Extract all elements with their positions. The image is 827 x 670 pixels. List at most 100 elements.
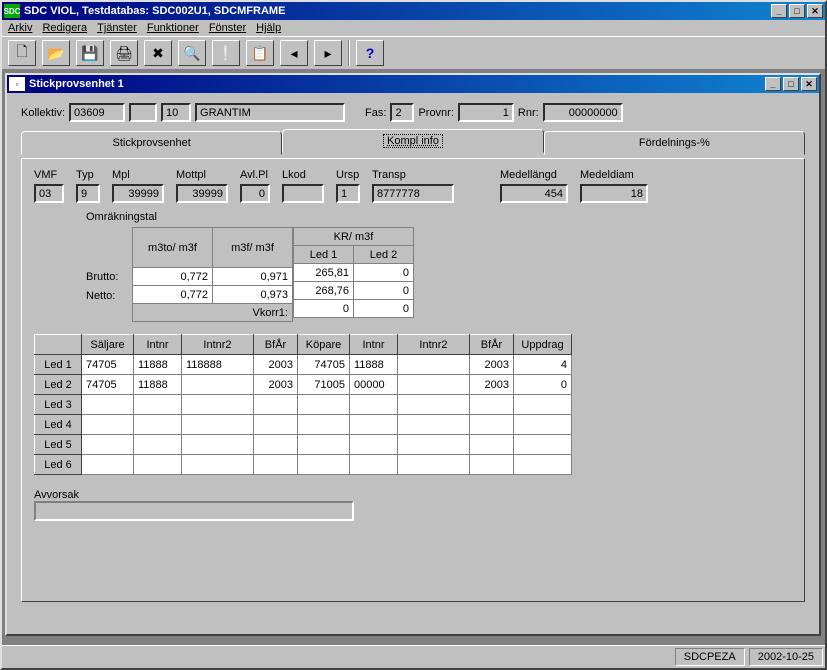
brutto-l2[interactable]: 0 (354, 264, 414, 282)
row-led4[interactable]: Led 4 (35, 415, 82, 435)
child-window: ▫ Stickprovsenhet 1 _ □ ✕ Kollektiv: 036… (5, 73, 821, 636)
menu-hjalp[interactable]: Hjälp (256, 22, 281, 34)
medeldiam-label: Medeldiam (580, 169, 648, 181)
col-bfar[interactable]: BfÅr (254, 335, 298, 355)
col-intnr2-b[interactable]: Intnr2 (398, 335, 470, 355)
table-row: Led 6 (35, 455, 572, 475)
kr-header: KR/ m3f (294, 228, 414, 246)
netto-l1[interactable]: 268,76 (294, 282, 354, 300)
help-icon[interactable]: ? (356, 40, 384, 66)
save-icon[interactable]: 💾 (76, 40, 104, 66)
medellangd-field[interactable]: 454 (500, 184, 568, 203)
menu-funktioner[interactable]: Funktioner (147, 22, 199, 34)
find-icon[interactable]: 🔍 (178, 40, 206, 66)
close-button[interactable]: ✕ (807, 4, 823, 18)
app-icon: SDC (4, 4, 20, 18)
seq-field[interactable]: 10 (161, 103, 191, 122)
table-row: Led 274705118882003710050000020030 (35, 375, 572, 395)
vkorr-l1[interactable]: 0 (294, 300, 354, 318)
child-minimize-button[interactable]: _ (765, 77, 781, 91)
medellangd-label: Medellängd (500, 169, 568, 181)
maximize-button[interactable]: □ (789, 4, 805, 18)
ursp-field[interactable]: 1 (336, 184, 360, 203)
led2-header: Led 2 (354, 246, 414, 264)
print-icon[interactable]: 🖨 (110, 40, 138, 66)
grid-corner (35, 335, 82, 355)
vkorr-l2[interactable]: 0 (354, 300, 414, 318)
netto-c2[interactable]: 0,973 (213, 286, 293, 304)
menu-tjanster[interactable]: Tjänster (97, 22, 137, 34)
child-icon: ▫ (9, 77, 25, 91)
name-field[interactable]: GRANTIM (195, 103, 345, 122)
child-close-button[interactable]: ✕ (801, 77, 817, 91)
row-led3[interactable]: Led 3 (35, 395, 82, 415)
child-maximize-button[interactable]: □ (783, 77, 799, 91)
tab-stickprovsenhet[interactable]: Stickprovsenhet (21, 131, 282, 155)
row-led1[interactable]: Led 1 (35, 355, 82, 375)
row-led5[interactable]: Led 5 (35, 435, 82, 455)
mottpl-field[interactable]: 39999 (176, 184, 228, 203)
blank-field[interactable] (129, 103, 157, 122)
toolbar: 🗋 📂 💾 🖨 ✖ 🔍 ❕ 📋 ◂ ▸ ? (2, 36, 825, 70)
omrakningstal-label: Omräkningstal (86, 211, 792, 223)
form-body: Kollektiv: 03609 10 GRANTIM Fas: 2 Provn… (7, 93, 819, 634)
alert-icon[interactable]: ❕ (212, 40, 240, 66)
col-bfar-b[interactable]: BfÅr (470, 335, 514, 355)
minimize-button[interactable]: _ (771, 4, 787, 18)
main-titlebar[interactable]: SDC SDC VIOL, Testdatabas: SDC002U1, SDC… (2, 2, 825, 20)
open-icon[interactable]: 📂 (42, 40, 70, 66)
lkod-field[interactable] (282, 184, 324, 203)
child-titlebar[interactable]: ▫ Stickprovsenhet 1 _ □ ✕ (7, 75, 819, 93)
rnr-field[interactable]: 00000000 (543, 103, 623, 122)
typ-label: Typ (76, 169, 100, 181)
col-kopare[interactable]: Köpare (298, 335, 350, 355)
header-row: Kollektiv: 03609 10 GRANTIM Fas: 2 Provn… (21, 103, 805, 122)
transp-field[interactable]: 8777778 (372, 184, 454, 203)
brutto-label: Brutto: (86, 271, 132, 290)
menu-redigera[interactable]: Redigera (42, 22, 87, 34)
rnr-label: Rnr: (518, 107, 539, 119)
netto-c1[interactable]: 0,772 (133, 286, 213, 304)
mottpl-label: Mottpl (176, 169, 228, 181)
netto-l2[interactable]: 0 (354, 282, 414, 300)
vmf-label: VMF (34, 169, 64, 181)
new-icon[interactable]: 🗋 (8, 40, 36, 66)
mdi-area: ▫ Stickprovsenhet 1 _ □ ✕ Kollektiv: 036… (2, 70, 825, 645)
col-intnr[interactable]: Intnr (134, 335, 182, 355)
col-intnr2[interactable]: Intnr2 (182, 335, 254, 355)
col-intnr-b[interactable]: Intnr (350, 335, 398, 355)
vmf-field[interactable]: 03 (34, 184, 64, 203)
typ-field[interactable]: 9 (76, 184, 100, 203)
status-user: SDCPEZA (675, 648, 745, 666)
brutto-c1[interactable]: 0,772 (133, 268, 213, 286)
avlpl-field[interactable]: 0 (240, 184, 270, 203)
kollektiv-field[interactable]: 03609 (69, 103, 125, 122)
fas-field[interactable]: 2 (390, 103, 414, 122)
mpl-field[interactable]: 39999 (112, 184, 164, 203)
copy-icon[interactable]: 📋 (246, 40, 274, 66)
avvorsak-field[interactable] (34, 501, 354, 521)
row-led6[interactable]: Led 6 (35, 455, 82, 475)
brutto-c2[interactable]: 0,971 (213, 268, 293, 286)
next-icon[interactable]: ▸ (314, 40, 342, 66)
row-led2[interactable]: Led 2 (35, 375, 82, 395)
medeldiam-field[interactable]: 18 (580, 184, 648, 203)
menu-arkiv[interactable]: Arkiv (8, 22, 32, 34)
avvorsak-label: Avvorsak (34, 489, 792, 501)
statusbar: SDCPEZA 2002-10-25 (2, 645, 825, 668)
col-m3f: m3f/ m3f (213, 228, 293, 268)
fas-label: Fas: (365, 107, 386, 119)
status-date: 2002-10-25 (749, 648, 823, 666)
brutto-l1[interactable]: 265,81 (294, 264, 354, 282)
menu-fonster[interactable]: Fönster (209, 22, 246, 34)
col-saljare[interactable]: Säljare (82, 335, 134, 355)
tab-fordelnings[interactable]: Fördelnings-% (544, 131, 805, 155)
menubar: Arkiv Redigera Tjänster Funktioner Fönst… (2, 20, 825, 36)
col-uppdrag[interactable]: Uppdrag (514, 335, 572, 355)
delete-icon[interactable]: ✖ (144, 40, 172, 66)
lkod-label: Lkod (282, 169, 324, 181)
tab-kompl-info[interactable]: Kompl info (282, 129, 543, 153)
provnr-field[interactable]: 1 (458, 103, 514, 122)
netto-row: 0,7720,973 (133, 286, 293, 304)
prev-icon[interactable]: ◂ (280, 40, 308, 66)
